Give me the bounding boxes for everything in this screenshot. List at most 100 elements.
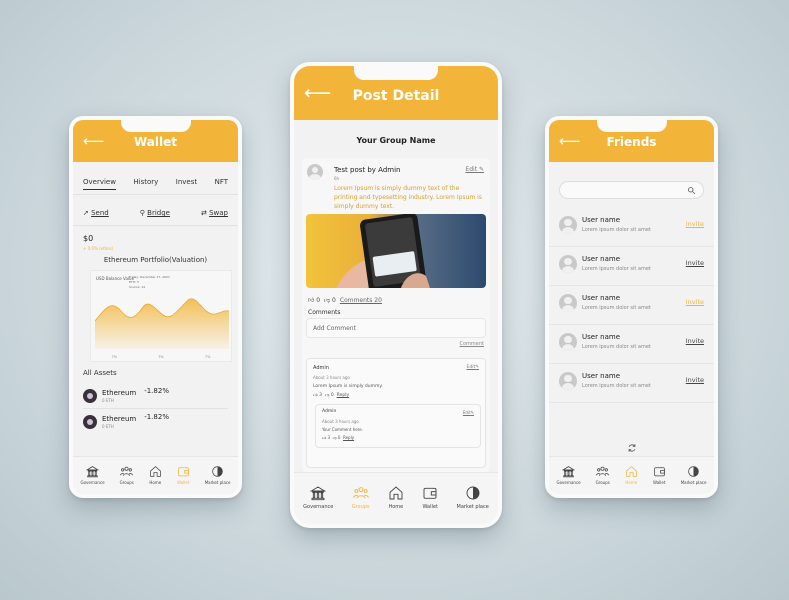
post-image[interactable]	[306, 214, 486, 288]
thumbs-down-icon[interactable]: 👎︎	[325, 393, 330, 398]
post-author: Test post by Admin	[334, 166, 401, 174]
comment-button[interactable]: Comment	[460, 341, 485, 347]
nav-home[interactable]: Home	[149, 465, 162, 485]
nav-label: Groups	[119, 480, 134, 485]
nav-groups[interactable]: Groups	[596, 465, 610, 485]
friend-subtitle: Lorem ipsum dolor sit amet	[582, 266, 651, 272]
thumbs-up-icon: 👍︎	[308, 297, 315, 304]
friend-row: User name Lorem ipsum dolor sit amet Inv…	[549, 286, 714, 325]
reply-button[interactable]: Reply	[343, 435, 354, 440]
invite-button[interactable]: Invite	[686, 259, 704, 267]
refresh-button[interactable]	[627, 438, 637, 457]
invite-button[interactable]: Invite	[686, 337, 704, 345]
nav-label: Wallet	[177, 480, 190, 485]
pencil-icon: ✎	[478, 166, 484, 173]
arrow-left-icon[interactable]: ⟵	[83, 132, 105, 150]
avatar	[559, 255, 577, 273]
nav-wallet[interactable]: Wallet	[177, 465, 190, 485]
like-count: 3	[327, 435, 331, 440]
friends-phone: ⟵ Friends User name Lorem ipsum dolor si…	[545, 116, 718, 498]
wallet-icon	[177, 467, 189, 477]
edit-reply-button[interactable]: Edit✎	[463, 410, 474, 415]
phone-notch	[354, 66, 438, 80]
bank-icon	[310, 486, 327, 501]
tab-history[interactable]: History	[133, 178, 158, 190]
nav-wallet[interactable]: Wallet	[422, 485, 438, 510]
comments-link[interactable]: Comments 20	[340, 297, 382, 304]
friend-row: User name Lorem ipsum dolor sit amet Inv…	[549, 208, 714, 247]
thumbs-up-icon[interactable]: 👍︎	[322, 435, 326, 440]
nav-marketplace[interactable]: Market place	[457, 485, 489, 510]
nav-home[interactable]: Home	[388, 485, 404, 510]
group-name: Your Group Name	[356, 136, 436, 145]
edit-post-button[interactable]: Edit ✎	[465, 166, 484, 173]
divider	[83, 408, 228, 409]
nav-groups[interactable]: Groups	[120, 465, 134, 485]
bridge-label: Bridge	[147, 209, 170, 217]
edit-comment-button[interactable]: Edit✎	[467, 365, 480, 370]
asset-row[interactable]: Ethereum 0 ETH -1.82%	[83, 411, 228, 433]
wallet-tabs: Overview History Invest NFT	[83, 178, 228, 190]
avatar	[559, 216, 577, 234]
asset-name: Ethereum	[102, 415, 137, 423]
nav-marketplace[interactable]: Market place	[681, 465, 706, 485]
send-button[interactable]: ➚ Send	[83, 209, 109, 217]
thumbs-up-icon[interactable]: 👍︎	[313, 393, 318, 398]
friend-row: User name Lorem ipsum dolor sit amet Inv…	[549, 325, 714, 364]
bottom-nav: Governance Groups Home Wallet Market pla…	[294, 472, 498, 524]
thumbs-down-icon[interactable]: 👎︎	[333, 435, 337, 440]
nav-governance[interactable]: Governance	[80, 465, 105, 485]
nav-governance[interactable]: Governance	[556, 465, 581, 485]
asset-name: Ethereum	[102, 389, 137, 397]
nav-marketplace[interactable]: Market place	[204, 465, 231, 485]
invite-button[interactable]: Invite	[686, 298, 704, 306]
tab-nft[interactable]: NFT	[215, 178, 228, 190]
reply-text: Your Comment here.	[322, 427, 363, 432]
friend-name: User name	[582, 372, 621, 380]
dislike-count: 0	[330, 393, 334, 398]
friend-row: User name Lorem ipsum dolor sit amet Inv…	[549, 364, 714, 403]
asset-row[interactable]: Ethereum 0 ETH -1.82%	[83, 385, 228, 407]
post-title: Post Detail	[352, 88, 440, 104]
search-icon[interactable]	[687, 186, 696, 195]
bridge-button[interactable]: ⚲ Bridge	[140, 209, 170, 217]
dislike-button[interactable]: 👎︎ 0	[324, 296, 336, 304]
arrow-left-icon[interactable]: ⟵	[304, 82, 331, 104]
invite-button[interactable]: Invite	[686, 376, 704, 384]
ethereum-icon	[83, 415, 97, 429]
bridge-icon: ⚲	[139, 209, 145, 217]
comments-label: Comments	[308, 309, 341, 316]
thumbs-down-icon: 👎︎	[324, 297, 331, 304]
wallet-actions: ➚ Send ⚲ Bridge ⇄ Swap	[83, 209, 228, 217]
reply-author: Admin	[322, 409, 337, 414]
arrow-left-icon[interactable]: ⟵	[559, 132, 581, 150]
pencil-icon: ✎	[475, 365, 479, 370]
like-button[interactable]: 👍︎ 0	[308, 296, 320, 304]
reply-button[interactable]: Reply	[337, 393, 349, 398]
asset-amount: 0 ETH	[102, 424, 114, 429]
friend-name: User name	[582, 216, 621, 224]
portfolio-chart[interactable]: USD Balance Value Friday, December 17, 2…	[90, 270, 232, 362]
dislike-count: 0	[337, 435, 341, 440]
swap-button[interactable]: ⇄ Swap	[201, 209, 228, 217]
tab-overview[interactable]: Overview	[83, 178, 116, 190]
home-icon	[150, 466, 161, 477]
reply: Admin Edit✎ About 3 hours ago Your Comme…	[315, 404, 481, 448]
nav-label: Market place	[204, 480, 231, 485]
nav-groups[interactable]: Groups	[352, 485, 370, 510]
add-comment-input[interactable]: Add Comment	[306, 318, 486, 338]
phone-notch	[120, 120, 191, 132]
nav-wallet[interactable]: Wallet	[653, 465, 666, 485]
swap-icon: ⇄	[200, 209, 207, 217]
assets-title: All Assets	[83, 369, 117, 377]
groups-icon	[352, 487, 369, 499]
nav-label: Wallet	[422, 504, 438, 510]
portfolio-title: Ethereum Portfolio(Valuation)	[103, 256, 208, 264]
search-input[interactable]	[559, 181, 704, 199]
dislike-count: 0	[332, 297, 336, 304]
invite-button[interactable]: Invite	[686, 220, 704, 228]
nav-label: Groups	[351, 504, 370, 510]
nav-governance[interactable]: Governance	[303, 485, 333, 510]
tab-invest[interactable]: Invest	[176, 178, 197, 190]
nav-home[interactable]: Home	[625, 465, 638, 485]
